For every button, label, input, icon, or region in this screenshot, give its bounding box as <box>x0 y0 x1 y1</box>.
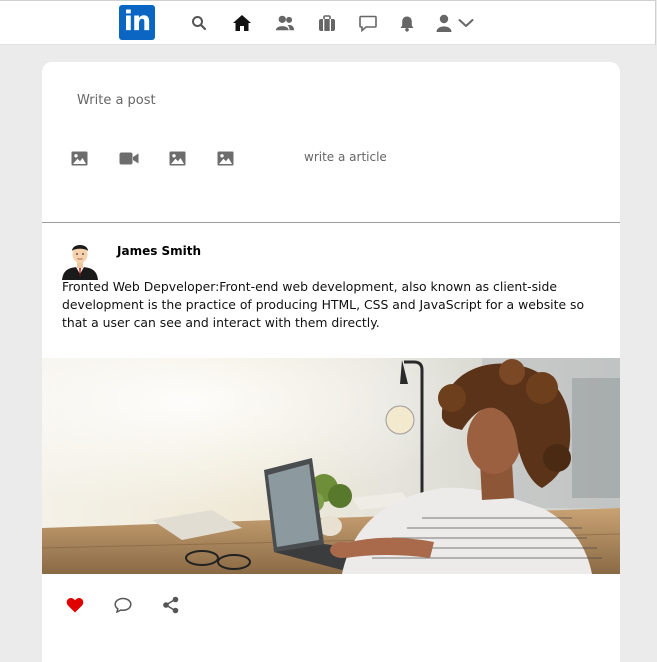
search-icon[interactable] <box>189 13 209 33</box>
top-nav: in <box>0 0 656 45</box>
people-icon[interactable] <box>275 13 295 33</box>
chat-icon[interactable] <box>358 13 378 33</box>
author-name[interactable]: James Smith <box>117 244 201 258</box>
video-icon[interactable] <box>119 151 139 169</box>
divider <box>42 222 620 223</box>
image-icon[interactable] <box>169 151 189 169</box>
post-image[interactable] <box>42 358 620 574</box>
briefcase-icon[interactable] <box>317 13 337 33</box>
linkedin-logo[interactable]: in <box>119 5 155 40</box>
write-post-input[interactable]: Write a post <box>77 93 156 108</box>
user-icon[interactable] <box>434 13 454 33</box>
write-article-link[interactable]: write a article <box>304 150 387 164</box>
post-text: Fronted Web Depveloper:Front-end web dev… <box>62 279 585 330</box>
image-icon[interactable] <box>217 151 237 169</box>
share-icon[interactable] <box>162 596 180 614</box>
heart-icon[interactable] <box>66 596 84 614</box>
chevron-down-icon[interactable] <box>456 13 476 33</box>
feed-card: Write a post write a article James Smith… <box>42 62 620 662</box>
comment-icon[interactable] <box>114 596 132 614</box>
avatar[interactable] <box>61 240 99 280</box>
bell-icon[interactable] <box>397 13 417 33</box>
home-icon[interactable] <box>232 13 252 33</box>
image-icon[interactable] <box>71 151 91 169</box>
